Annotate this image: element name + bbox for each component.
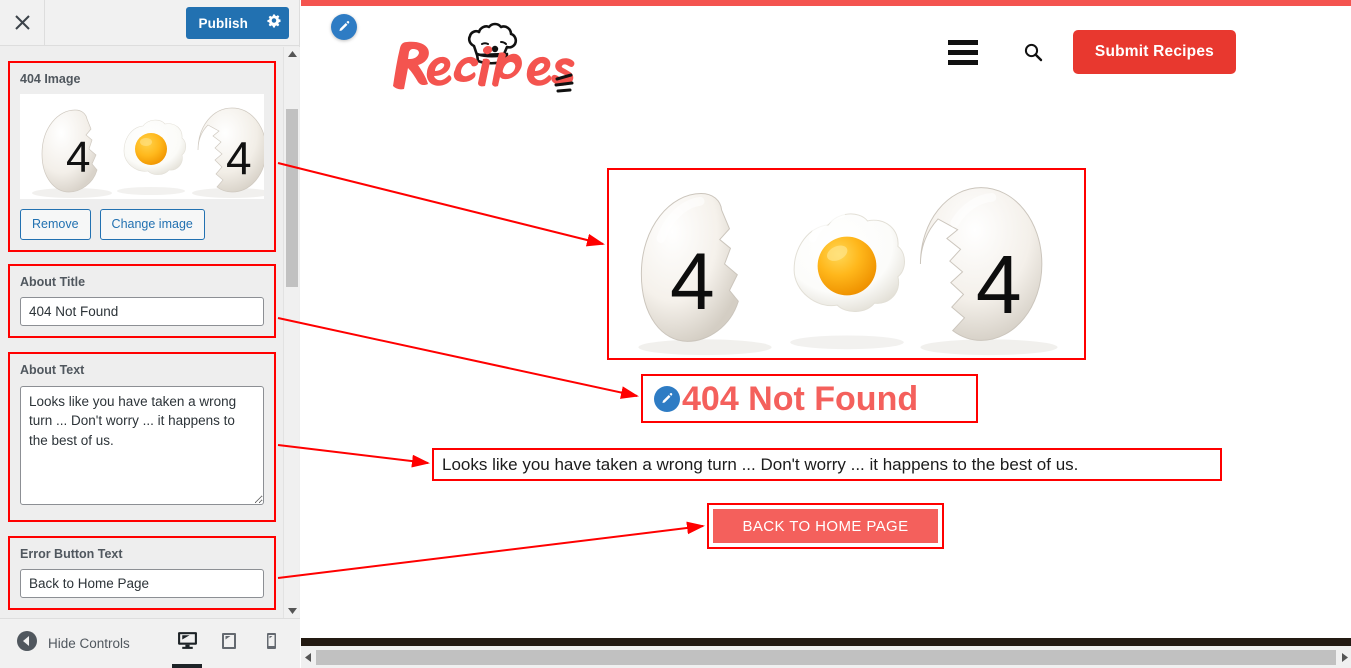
tablet-icon — [220, 631, 238, 656]
site-logo[interactable] — [379, 16, 579, 94]
device-preview-mobile[interactable] — [250, 619, 292, 668]
hamburger-menu-icon[interactable] — [933, 39, 993, 65]
desktop-icon — [177, 630, 198, 656]
device-preview-desktop[interactable] — [166, 619, 208, 668]
scroll-left-arrow-icon[interactable] — [301, 646, 315, 668]
404-image-buttons: Remove Change image — [20, 209, 264, 240]
recipes-logo-graphic — [393, 22, 575, 93]
preview-scrollbar-thumb[interactable] — [316, 649, 1336, 665]
device-preview-group — [166, 618, 292, 668]
sidebar-header: Publish — [0, 0, 299, 46]
control-label-404-image: 404 Image — [20, 72, 81, 86]
control-about-title: About Title — [8, 264, 276, 339]
error-title: 404 Not Found — [682, 379, 919, 418]
scroll-down-arrow-icon[interactable] — [284, 604, 300, 618]
customizer-sidebar: Publish 404 Image 4 4 Remove Change imag… — [0, 0, 300, 668]
site-preview: Submit Recipes 4 4 404 Not Found Looks l… — [301, 0, 1351, 646]
error-title-container: 404 Not Found — [641, 374, 978, 423]
back-to-home-page-button[interactable]: BACK TO HOME PAGE — [713, 509, 938, 543]
sidebar-scroll-area[interactable]: 404 Image 4 4 Remove Change image About … — [0, 47, 300, 618]
search-icon[interactable] — [993, 42, 1073, 62]
about-title-input[interactable] — [20, 297, 264, 327]
publish-group: Publish — [185, 7, 289, 39]
remove-image-button[interactable]: Remove — [20, 209, 91, 240]
gear-icon — [266, 13, 282, 33]
about-text-textarea[interactable] — [20, 385, 264, 505]
control-label-error-button-text: Error Button Text — [20, 546, 123, 561]
hide-controls-button[interactable]: Hide Controls — [0, 631, 130, 656]
close-icon — [14, 14, 31, 31]
sidebar-footer: Hide Controls — [0, 618, 300, 668]
change-image-button[interactable]: Change image — [99, 209, 205, 240]
preview-horizontal-scrollbar[interactable] — [301, 646, 1351, 668]
edit-pencil-icon-title[interactable] — [654, 385, 680, 412]
scroll-up-arrow-icon[interactable] — [284, 47, 300, 61]
control-label-about-text: About Text — [20, 363, 85, 378]
close-customizer-button[interactable] — [0, 0, 45, 45]
control-about-text: About Text — [8, 352, 276, 522]
error-button-container: BACK TO HOME PAGE — [707, 503, 944, 549]
sidebar-scrollbar-thumb[interactable] — [286, 109, 298, 287]
404-eggs-graphic: 4 4 — [638, 187, 1058, 356]
hide-controls-label: Hide Controls — [48, 636, 130, 651]
svg-text:4: 4 — [670, 237, 715, 327]
error-button-text-input[interactable] — [20, 568, 264, 598]
site-nav-right: Submit Recipes — [933, 6, 1351, 98]
error-text: Looks like you have taken a wrong turn .… — [442, 454, 1079, 474]
svg-text:4: 4 — [66, 133, 90, 182]
404-image-thumbnail[interactable]: 4 4 — [20, 94, 264, 200]
error-text-container: Looks like you have taken a wrong turn .… — [432, 448, 1222, 481]
control-error-button-text: Error Button Text — [8, 535, 276, 610]
publish-button[interactable]: Publish — [186, 7, 259, 39]
site-header: Submit Recipes — [301, 6, 1351, 98]
svg-text:4: 4 — [976, 240, 1022, 331]
error-image-container: 4 4 — [607, 168, 1086, 360]
control-label-about-title: About Title — [20, 275, 86, 289]
device-preview-tablet[interactable] — [208, 619, 250, 668]
submit-recipes-button[interactable]: Submit Recipes — [1072, 30, 1236, 74]
404-eggs-thumb-graphic: 4 4 — [32, 107, 264, 199]
mobile-icon — [265, 631, 278, 656]
preview-bottom-strip — [301, 638, 1351, 646]
recipes-wordmark — [393, 41, 575, 90]
edit-pencil-icon-logo[interactable] — [331, 14, 357, 40]
svg-text:4: 4 — [226, 132, 252, 184]
scroll-right-arrow-icon[interactable] — [1337, 646, 1351, 668]
control-404-image: 404 Image 4 4 Remove Change image — [8, 61, 276, 252]
collapse-arrow-icon — [17, 631, 37, 656]
sidebar-scrollbar[interactable] — [283, 47, 299, 618]
publish-settings-button[interactable] — [259, 7, 289, 39]
customizer-screen: Publish 404 Image 4 4 Remove Change imag… — [0, 0, 1351, 668]
